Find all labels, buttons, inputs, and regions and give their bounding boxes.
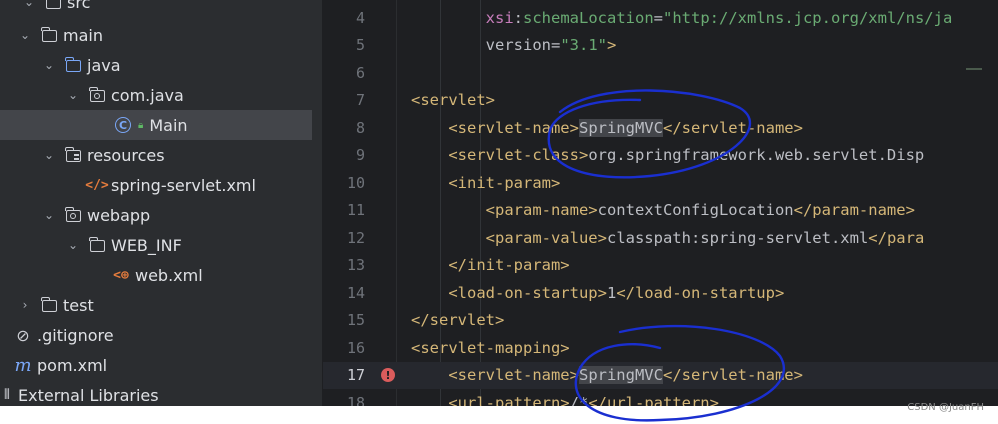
tree-item-label: web.xml xyxy=(135,265,203,285)
code-line: 8 <servlet-name>SpringMVC</servlet-name> xyxy=(355,118,803,137)
chevron-down-icon[interactable]: ⌄ xyxy=(18,28,32,42)
tree-item-label: test xyxy=(63,295,94,315)
chevron-down-icon[interactable]: ⌄ xyxy=(66,238,80,252)
class-icon: C xyxy=(114,116,132,134)
code-line: 13 </init-param> xyxy=(346,256,570,275)
tree-item-label: java xyxy=(87,55,121,75)
tree-item-label: spring-servlet.xml xyxy=(111,175,256,195)
code-line: 4 xsi:schemaLocation="http://xmlns.jcp.o… xyxy=(355,8,953,27)
web-folder-icon xyxy=(64,206,82,224)
folder-icon xyxy=(88,236,106,254)
tree-item-label: webapp xyxy=(87,205,151,225)
library-icon: ⫴ xyxy=(4,387,10,403)
error-icon[interactable]: ! xyxy=(381,368,395,383)
tree-item-label: com.java xyxy=(111,85,184,105)
code-line-current: 17 ! <servlet-name>SpringMVC</servlet-na… xyxy=(323,361,998,389)
code-line: 14 <load-on-startup>1</load-on-startup> xyxy=(346,283,785,302)
tree-item-label: .gitignore xyxy=(37,325,114,345)
code-editor[interactable]: 4 xsi:schemaLocation="http://xmlns.jcp.o… xyxy=(323,0,998,406)
tree-item-label: Main xyxy=(149,115,188,135)
tree-item-external-libraries[interactable]: ⫴ External Libraries xyxy=(0,380,312,406)
folder-icon xyxy=(40,26,58,44)
tree-item-java[interactable]: ⌄ java xyxy=(0,50,354,80)
code-line: 12 <param-value>classpath:spring-servlet… xyxy=(346,228,925,247)
chevron-down-icon[interactable]: ⌄ xyxy=(42,148,56,162)
tree-item-label: resources xyxy=(87,145,165,165)
tree-item-label: WEB_INF xyxy=(111,235,182,255)
tree-item-gitignore[interactable]: ⌄ ⊘ .gitignore xyxy=(0,320,312,350)
tree-item-webapp[interactable]: ⌄ webapp xyxy=(0,200,354,230)
tree-item-pom-xml[interactable]: ⌄ m pom.xml xyxy=(0,350,312,380)
folder-icon xyxy=(44,0,62,11)
resources-folder-icon xyxy=(64,146,82,164)
project-tool-window: ⌄ src ⌄ main ⌄ java ⌄ com.java ⌄ C 🔒︎ Ma… xyxy=(0,0,402,406)
code-line: 15 </servlet> xyxy=(346,311,505,330)
panel-splitter[interactable] xyxy=(312,0,323,406)
tree-item-src[interactable]: ⌄ src xyxy=(0,0,334,17)
chevron-right-icon[interactable]: › xyxy=(18,298,32,312)
tree-item-label: pom.xml xyxy=(37,355,108,375)
chevron-down-icon[interactable]: ⌄ xyxy=(42,208,56,222)
code-line: 16 <servlet-mapping> xyxy=(346,338,570,357)
tree-item-main[interactable]: ⌄ main xyxy=(0,20,330,50)
code-line: 18 <url-pattern>/*</url-pattern> xyxy=(346,393,719,406)
code-line: 9 <servlet-class>org.springframework.web… xyxy=(355,146,925,165)
package-icon xyxy=(88,86,106,104)
code-line: 11 <param-name>contextConfigLocation</pa… xyxy=(346,201,915,220)
tree-item-resources[interactable]: ⌄ resources xyxy=(0,140,354,170)
tree-item-label: main xyxy=(63,25,103,45)
tree-item-test[interactable]: › test xyxy=(0,290,330,320)
web-xml-file-icon: <⊕ xyxy=(113,267,129,283)
folder-icon xyxy=(40,296,58,314)
source-folder-icon xyxy=(64,56,82,74)
code-line: 5 version="3.1"> xyxy=(355,36,617,55)
chevron-down-icon[interactable]: ⌄ xyxy=(66,88,80,102)
code-line: 7 <servlet> xyxy=(355,91,495,110)
lock-icon: 🔒︎ xyxy=(138,119,144,131)
gitignore-icon: ⊘ xyxy=(16,325,30,345)
chevron-down-icon[interactable]: ⌄ xyxy=(42,58,56,72)
xml-file-icon: </> xyxy=(85,177,109,193)
code-line: 6 xyxy=(355,63,365,82)
maven-icon: m xyxy=(14,354,32,376)
watermark: CSDN @JuanFH xyxy=(907,402,984,413)
code-line: 10 <init-param> xyxy=(346,173,561,192)
chevron-down-icon[interactable]: ⌄ xyxy=(22,0,36,9)
ide-window: ⌄ src ⌄ main ⌄ java ⌄ com.java ⌄ C 🔒︎ Ma… xyxy=(0,0,998,406)
tree-item-label: src xyxy=(67,0,91,12)
tree-item-label: External Libraries xyxy=(18,385,159,405)
